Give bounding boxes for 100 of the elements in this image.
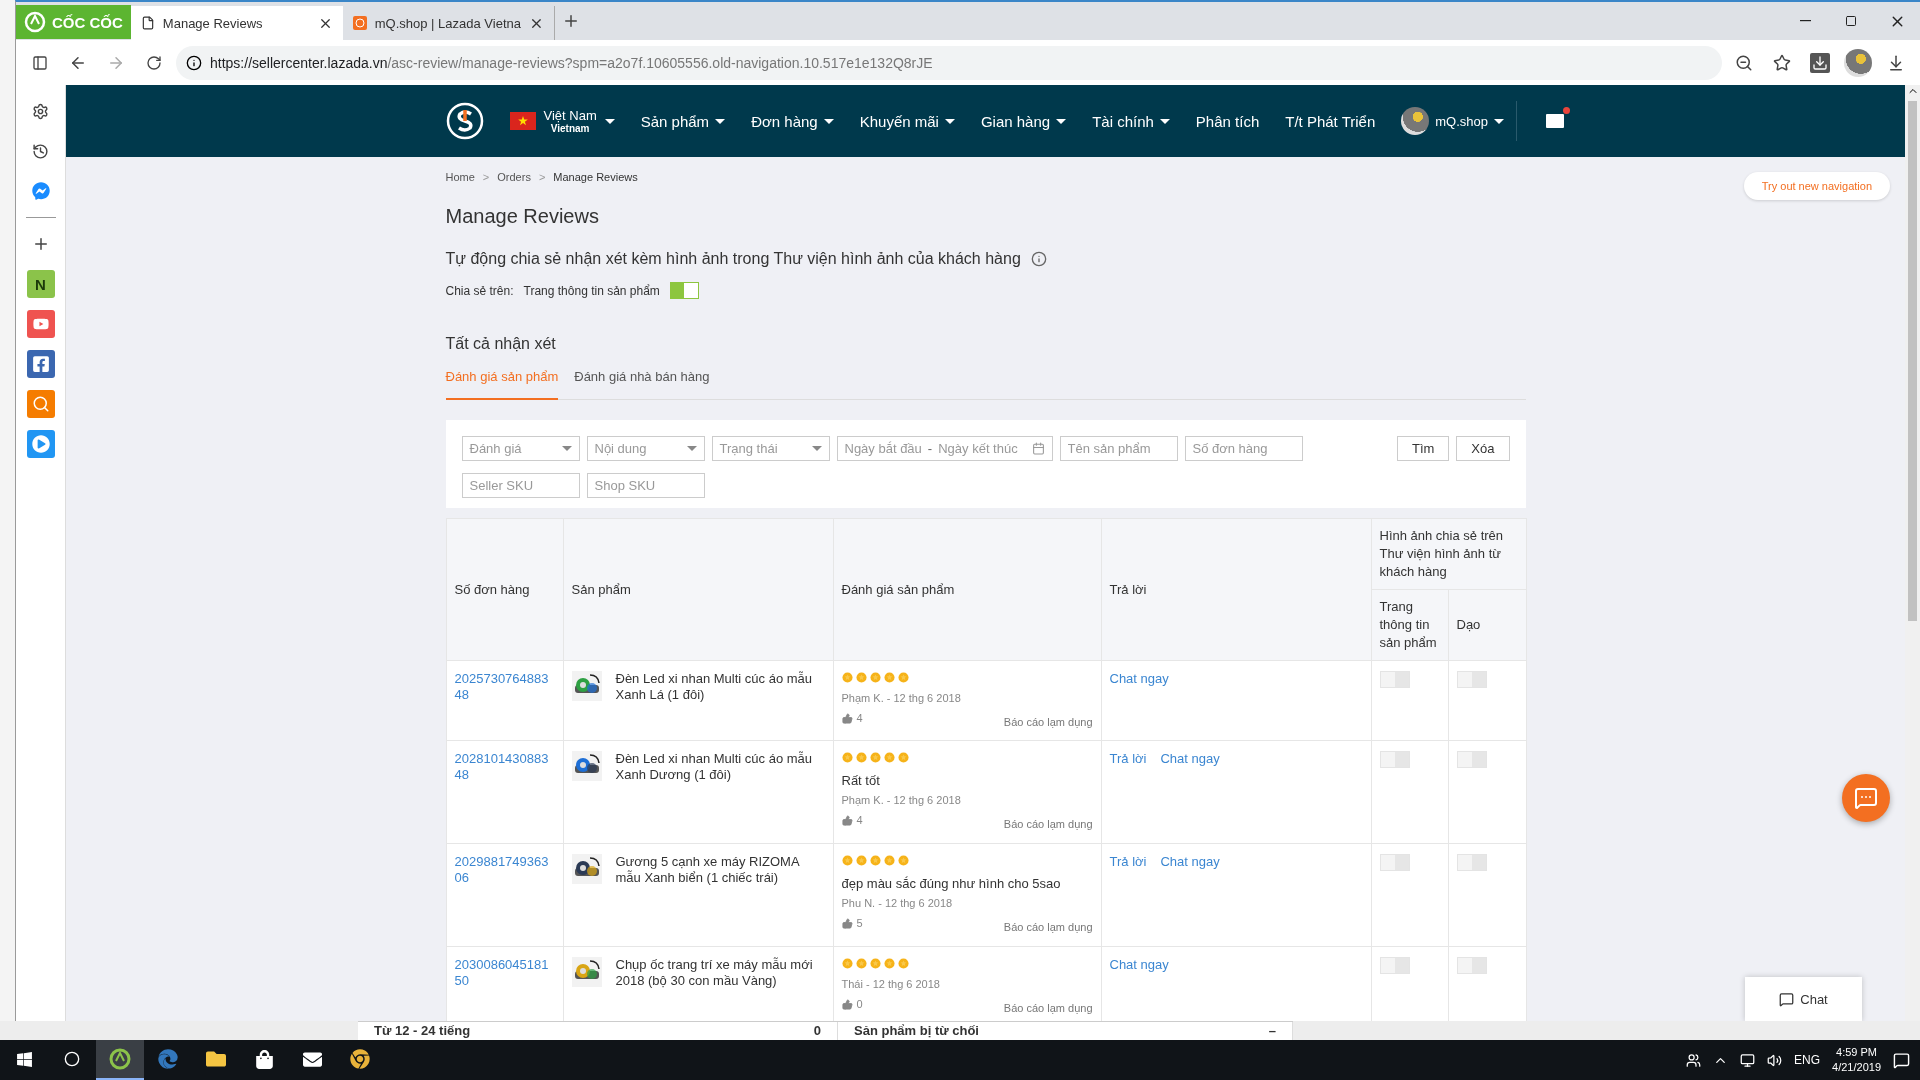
star-icon — [869, 672, 881, 683]
clock[interactable]: 4:59 PM 4/21/2019 — [1832, 1045, 1881, 1075]
chat-bubble-button[interactable] — [1842, 774, 1890, 822]
report-link[interactable]: Báo cáo lạm dụng — [1003, 708, 1093, 728]
thumbs-up-icon[interactable] — [841, 917, 853, 929]
caret-icon — [715, 118, 726, 124]
account-menu[interactable]: mQ.shop — [1401, 101, 1518, 141]
status-count: 0 — [813, 1024, 821, 1040]
reply-link[interactable]: Chat ngay — [1160, 854, 1220, 869]
video-app-button[interactable] — [26, 310, 55, 338]
product-name: Đèn Led xi nhan Multi cúc áo mẫu Xanh Lá (1 đôi) — [615, 671, 814, 703]
review-tab[interactable]: Đánh giá nhà bán hàng — [574, 365, 710, 400]
star-icon — [883, 672, 895, 683]
search-button[interactable]: Tìm — [1396, 436, 1450, 461]
thumbs-up-icon[interactable] — [841, 814, 853, 826]
scrollbar-thumb[interactable] — [1908, 101, 1917, 621]
filter-input[interactable]: Shop SKU — [586, 473, 705, 498]
messenger-icon — [31, 182, 50, 200]
player-app-button[interactable] — [26, 430, 55, 458]
collapse-mark[interactable]: – — [1268, 1024, 1276, 1040]
play-icon — [32, 316, 49, 332]
shop-icon — [352, 16, 367, 30]
nav-menu-item[interactable]: Sản phẩm — [640, 112, 726, 130]
report-link[interactable]: Báo cáo lạm dụng — [1003, 994, 1093, 1014]
network-icon[interactable] — [1740, 1052, 1756, 1068]
flag-icon — [509, 112, 536, 130]
info-icon[interactable] — [1030, 251, 1047, 267]
shopping-bag-icon — [254, 1049, 274, 1069]
star-icon — [869, 855, 881, 866]
reply-link[interactable]: Trả lời — [1109, 751, 1147, 766]
country-selector[interactable]: Việt Nam Vietnam — [509, 108, 615, 134]
nav-menu-item[interactable]: T/t Phát Triển — [1285, 112, 1376, 130]
star-icon — [855, 752, 867, 763]
like-count: 5 — [856, 917, 863, 929]
notifications-icon[interactable] — [1893, 1051, 1910, 1069]
people-icon[interactable] — [1686, 1052, 1702, 1068]
site-logo[interactable] — [445, 102, 484, 140]
star-icon — [883, 855, 895, 866]
volume-icon[interactable] — [1767, 1052, 1783, 1068]
column-header: Số đơn hàng — [446, 518, 563, 661]
download-arrow-icon — [1887, 53, 1905, 72]
review-author: Phạm K. - 12 thg 6 2018 — [841, 692, 962, 704]
date-range-field[interactable]: Ngày bắt đầu - Ngày kết thúc — [836, 436, 1053, 461]
clear-button[interactable]: Xóa — [1456, 436, 1510, 461]
filter-input[interactable]: Seller SKU — [461, 473, 580, 498]
nav-menu-item[interactable]: Khuyến mãi — [859, 112, 955, 130]
history-icon — [32, 142, 49, 160]
reply-link[interactable]: Chat ngay — [1109, 957, 1169, 972]
caret-icon — [1494, 118, 1505, 124]
like-count: 4 — [856, 712, 863, 724]
caret-icon — [604, 118, 615, 124]
section-title: Tất cả nhận xét — [445, 335, 557, 353]
page-title: Manage Reviews — [445, 205, 600, 228]
chat-icon — [1854, 786, 1878, 810]
review-author: Phu N. - 12 thg 6 2018 — [841, 897, 954, 909]
social-app-button[interactable] — [26, 350, 55, 378]
breadcrumb-link[interactable]: Manage Reviews — [553, 171, 638, 183]
star-icon — [841, 752, 853, 763]
toggle-switch[interactable] — [669, 282, 699, 299]
review-author: Phạm K. - 12 thg 6 2018 — [841, 794, 962, 806]
caret-icon — [1056, 118, 1067, 124]
like-count: 4 — [856, 814, 863, 826]
breadcrumb-link[interactable]: Home — [445, 171, 475, 183]
thumbs-up-icon[interactable] — [841, 998, 853, 1010]
reply-link[interactable]: Chat ngay — [1160, 751, 1220, 766]
status-label: Sản phẩm bị từ chối — [854, 1024, 979, 1040]
panel-icon — [32, 54, 48, 71]
report-link[interactable]: Báo cáo lạm dụng — [1003, 913, 1093, 933]
zoom-out-icon — [1735, 53, 1753, 72]
report-link[interactable]: Báo cáo lạm dụng — [1003, 810, 1093, 830]
browser-taskbar-button[interactable] — [96, 1040, 144, 1080]
star-icon — [883, 958, 895, 969]
search-app-button[interactable] — [26, 390, 55, 418]
nav-menu-item[interactable]: Gian hàng — [980, 112, 1067, 130]
nav-menu-item[interactable]: Phân tích — [1195, 112, 1260, 130]
download-icon — [1810, 52, 1830, 73]
filter-input[interactable]: Tên sản phẩm — [1059, 436, 1178, 461]
notes-app-button[interactable]: N — [26, 270, 55, 298]
breadcrumb-link[interactable]: Orders — [497, 171, 531, 183]
star-icon — [897, 672, 909, 683]
star-icon — [855, 672, 867, 683]
breadcrumb-separator: > — [482, 171, 490, 183]
star-icon — [897, 752, 909, 763]
thumbs-up-icon[interactable] — [841, 712, 853, 724]
star-icon — [841, 672, 853, 683]
reply-link[interactable]: Trả lời — [1109, 854, 1147, 869]
play-icon — [31, 435, 50, 453]
language-indicator[interactable]: ENG — [1794, 1053, 1821, 1067]
page-icon — [140, 16, 155, 30]
nav-menu-item[interactable]: Đơn hàng — [751, 112, 834, 130]
caret-icon — [1159, 118, 1170, 124]
address-bar[interactable]: https://sellercenter.lazada.vn/asc-review/manage-reviews?spm=a2o7f.10605556.old-navigation.10.517e1e132Q8rJE — [176, 45, 1722, 80]
review-author: Thái - 12 thg 6 2018 — [841, 978, 941, 990]
reload-icon — [146, 54, 162, 71]
chat-button[interactable]: Chat — [1745, 977, 1862, 1021]
filter-input[interactable]: Số đơn hàng — [1184, 436, 1303, 461]
avatar — [1844, 48, 1872, 77]
browser-tab[interactable]: Manage Reviews — [130, 6, 343, 40]
nav-menu-item[interactable]: Tài chính — [1092, 112, 1170, 130]
reply-link[interactable]: Chat ngay — [1109, 671, 1169, 686]
